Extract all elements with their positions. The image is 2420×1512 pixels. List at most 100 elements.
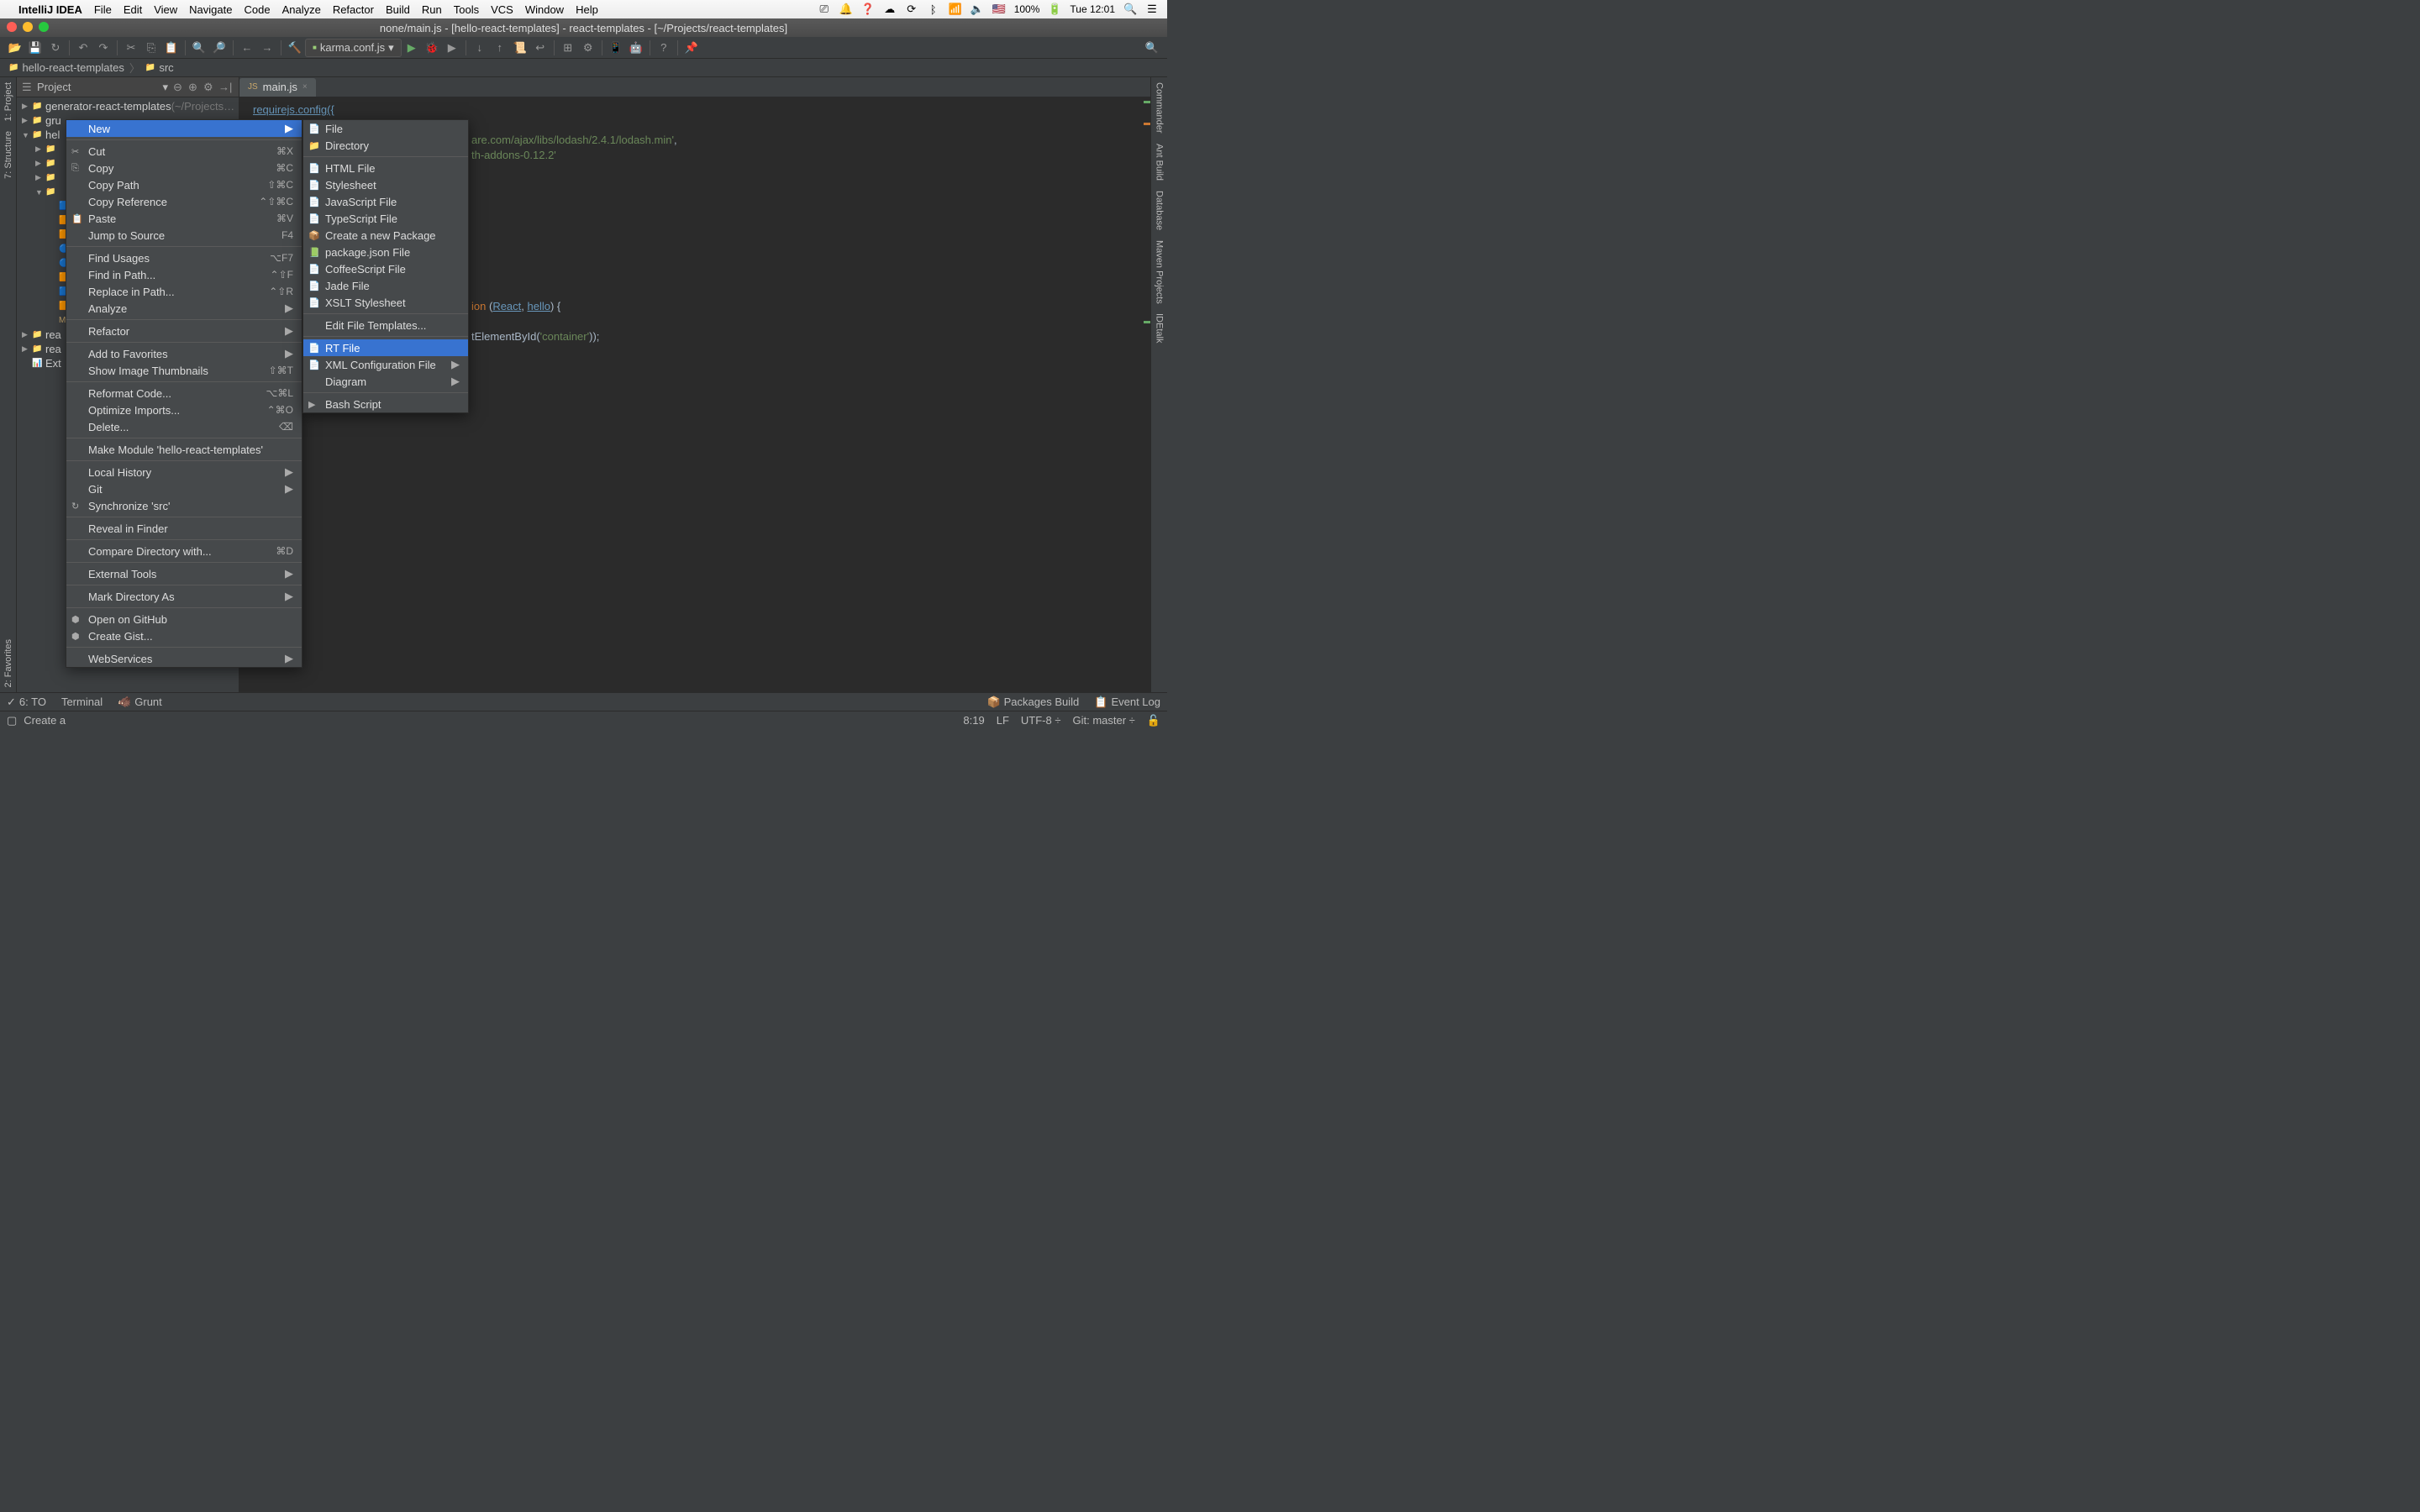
app-name[interactable]: IntelliJ IDEA — [18, 3, 82, 16]
clock[interactable]: Tue 12:01 — [1070, 3, 1115, 15]
save-icon[interactable]: 💾 — [26, 39, 45, 57]
menu-code[interactable]: Code — [244, 3, 270, 16]
menu-item-optimize-imports[interactable]: Optimize Imports...⌃⌘O — [66, 402, 302, 418]
menu-window[interactable]: Window — [525, 3, 564, 16]
menu-item-xml-configuration-file[interactable]: 📄XML Configuration File▶ — [303, 356, 468, 373]
cursor-position[interactable]: 8:19 — [963, 714, 984, 727]
maven-tool-button[interactable]: Maven Projects — [1151, 235, 1167, 309]
menu-item-javascript-file[interactable]: 📄JavaScript File — [303, 193, 468, 210]
menu-item-local-history[interactable]: Local History▶ — [66, 464, 302, 480]
paste-icon[interactable]: 📋 — [162, 39, 181, 57]
menu-item-webservices[interactable]: WebServices▶ — [66, 650, 302, 667]
help-icon[interactable]: ❓ — [861, 3, 875, 16]
event-log-tool-button[interactable]: 📋 Event Log — [1094, 696, 1160, 709]
menu-item-find-usages[interactable]: Find Usages⌥F7 — [66, 249, 302, 266]
menu-navigate[interactable]: Navigate — [189, 3, 232, 16]
menu-item-cut[interactable]: ✂Cut⌘X — [66, 143, 302, 160]
menu-item-external-tools[interactable]: External Tools▶ — [66, 565, 302, 582]
menu-item-typescript-file[interactable]: 📄TypeScript File — [303, 210, 468, 227]
menu-item-jade-file[interactable]: 📄Jade File — [303, 277, 468, 294]
menu-item-make-module-hello-react-templates[interactable]: Make Module 'hello-react-templates' — [66, 441, 302, 458]
help-toolbar-icon[interactable]: ? — [655, 39, 673, 57]
cloud-icon[interactable]: ☁ — [883, 3, 897, 16]
structure-tool-button[interactable]: 7: Structure — [3, 126, 13, 184]
breadcrumb-folder[interactable]: 📁 src — [145, 61, 174, 74]
vcs-history-icon[interactable]: 📜 — [511, 39, 529, 57]
pin-icon[interactable]: 📌 — [682, 39, 701, 57]
menu-item-rt-file[interactable]: 📄RT File — [303, 339, 468, 356]
project-panel-title[interactable]: Project — [37, 81, 162, 93]
menu-item-directory[interactable]: 📁Directory — [303, 137, 468, 154]
menu-tools[interactable]: Tools — [454, 3, 479, 16]
project-view-icon[interactable]: ☰ — [22, 81, 37, 94]
forward-icon[interactable]: → — [258, 39, 276, 57]
favorites-tool-button[interactable]: 2: Favorites — [3, 634, 13, 692]
menu-vcs[interactable]: VCS — [491, 3, 513, 16]
menu-item-copy[interactable]: ⎘Copy⌘C — [66, 160, 302, 176]
menu-item-copy-path[interactable]: Copy Path⇧⌘C — [66, 176, 302, 193]
ant-build-tool-button[interactable]: Ant Build — [1151, 139, 1167, 186]
idetalk-tool-button[interactable]: IDEtalk — [1151, 308, 1167, 348]
make-icon[interactable]: 🔨 — [286, 39, 304, 57]
replace-icon[interactable]: 🔎 — [210, 39, 229, 57]
vcs-update-icon[interactable]: ↓ — [471, 39, 489, 57]
menu-item-add-to-favorites[interactable]: Add to Favorites▶ — [66, 345, 302, 362]
collapse-icon[interactable]: ⊖ — [173, 81, 188, 94]
wifi-icon[interactable]: 📶 — [949, 3, 962, 16]
settings-icon[interactable]: ⚙ — [579, 39, 597, 57]
run-icon[interactable]: ▶ — [402, 39, 421, 57]
lock-icon[interactable]: 🔓 — [1147, 714, 1160, 727]
menu-item-create-a-new-package[interactable]: 📦Create a new Package — [303, 227, 468, 244]
git-branch[interactable]: Git: master ÷ — [1072, 714, 1134, 727]
menu-analyze[interactable]: Analyze — [282, 3, 321, 16]
cut-icon[interactable]: ✂ — [122, 39, 140, 57]
flag-icon[interactable]: 🇺🇸 — [992, 3, 1006, 16]
coverage-icon[interactable]: ▶ — [443, 39, 461, 57]
menu-item-replace-in-path[interactable]: Replace in Path...⌃⇧R — [66, 283, 302, 300]
structure-icon[interactable]: ⊞ — [559, 39, 577, 57]
run-configuration-dropdown[interactable]: karma.conf.js ▾ — [305, 39, 402, 57]
minimize-window-button[interactable] — [23, 22, 33, 32]
menu-item-edit-file-templates[interactable]: Edit File Templates... — [303, 317, 468, 333]
database-tool-button[interactable]: Database — [1151, 186, 1167, 235]
menu-item-copy-reference[interactable]: Copy Reference⌃⇧⌘C — [66, 193, 302, 210]
menu-item-compare-directory-with[interactable]: Compare Directory with...⌘D — [66, 543, 302, 559]
terminal-tool-button[interactable]: Terminal — [61, 696, 103, 708]
menu-help[interactable]: Help — [576, 3, 598, 16]
menu-item-git[interactable]: Git▶ — [66, 480, 302, 497]
todo-tool-button[interactable]: ✓ 6: TO — [7, 696, 46, 709]
menu-refactor[interactable]: Refactor — [333, 3, 374, 16]
close-window-button[interactable] — [7, 22, 17, 32]
menu-item-show-image-thumbnails[interactable]: Show Image Thumbnails⇧⌘T — [66, 362, 302, 379]
menu-item-bash-script[interactable]: ▶Bash Script — [303, 396, 468, 412]
toolwindows-button-icon[interactable]: ▢ — [7, 714, 17, 727]
vcs-commit-icon[interactable]: ↑ — [491, 39, 509, 57]
debug-icon[interactable]: 🐞 — [423, 39, 441, 57]
spotlight-icon[interactable]: 🔍 — [1123, 3, 1137, 16]
editor-tab-main-js[interactable]: JS main.js × — [239, 78, 316, 97]
menu-item-new[interactable]: New▶ — [66, 120, 302, 137]
battery-percent[interactable]: 100% — [1014, 3, 1040, 15]
menu-file[interactable]: File — [94, 3, 112, 16]
menu-item-synchronize-src[interactable]: ↻Synchronize 'src' — [66, 497, 302, 514]
line-separator[interactable]: LF — [997, 714, 1009, 727]
gear-icon[interactable]: ⚙ — [203, 81, 218, 94]
sync-icon[interactable]: ⟳ — [905, 3, 918, 16]
volume-icon[interactable]: 🔈 — [971, 3, 984, 16]
menu-item-package-json-file[interactable]: 📗package.json File — [303, 244, 468, 260]
menu-item-find-in-path[interactable]: Find in Path...⌃⇧F — [66, 266, 302, 283]
menu-item-analyze[interactable]: Analyze▶ — [66, 300, 302, 317]
close-tab-icon[interactable]: × — [302, 82, 308, 92]
menu-item-coffeescript-file[interactable]: 📄CoffeeScript File — [303, 260, 468, 277]
vcs-revert-icon[interactable]: ↩ — [531, 39, 550, 57]
file-encoding[interactable]: UTF-8 ÷ — [1021, 714, 1061, 727]
menu-run[interactable]: Run — [422, 3, 442, 16]
menu-item-xslt-stylesheet[interactable]: 📄XSLT Stylesheet — [303, 294, 468, 311]
android-icon[interactable]: 🤖 — [627, 39, 645, 57]
packages-build-tool-button[interactable]: 📦 Packages Build — [986, 696, 1079, 709]
commander-tool-button[interactable]: Commander — [1151, 77, 1167, 139]
menu-view[interactable]: View — [154, 3, 177, 16]
notification-icon[interactable]: 🔔 — [839, 3, 853, 16]
menu-item-refactor[interactable]: Refactor▶ — [66, 323, 302, 339]
tree-row[interactable]: ▶📁generator-react-templates (~/Projects… — [17, 99, 239, 113]
